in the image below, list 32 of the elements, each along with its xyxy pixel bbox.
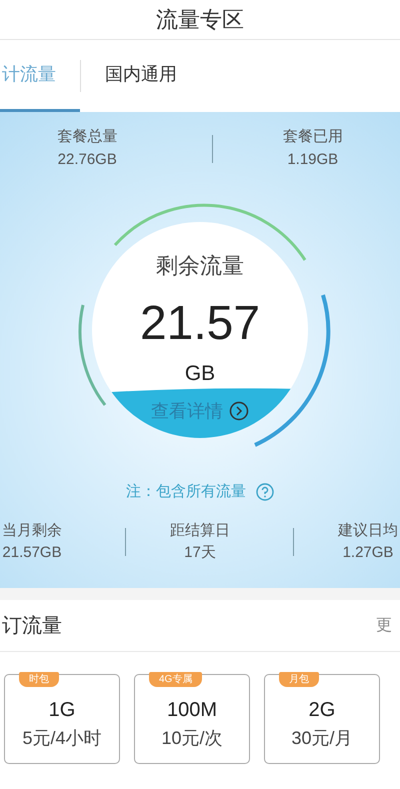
help-icon[interactable] bbox=[256, 483, 274, 502]
package-card[interactable]: 月包 2G 30元/月 bbox=[264, 674, 380, 764]
stat-value: 21.57GB bbox=[2, 543, 62, 563]
package-badge: 4G专属 bbox=[149, 672, 202, 687]
stat-label: 当月剩余 bbox=[2, 520, 62, 540]
package-size: 2G bbox=[308, 698, 336, 723]
tab[interactable]: 国内通用 bbox=[81, 40, 201, 112]
package-price: 30元/月 bbox=[291, 727, 353, 750]
remaining-amount: 21.57 bbox=[140, 300, 260, 348]
package-size: 100M bbox=[166, 698, 218, 723]
remaining-unit: GB bbox=[184, 361, 216, 387]
page-title: 流量专区 bbox=[156, 6, 244, 34]
section-title: 订流量 bbox=[2, 614, 62, 638]
gauge-label: 剩余流量 bbox=[156, 252, 244, 280]
stat-value: 1.27GB bbox=[342, 543, 394, 563]
package-badge: 时包 bbox=[19, 672, 59, 687]
chevron-right-icon bbox=[229, 401, 249, 421]
package-card[interactable]: 时包 1G 5元/4小时 bbox=[4, 674, 120, 764]
package-badge: 月包 bbox=[279, 672, 319, 687]
package-price: 5元/4小时 bbox=[22, 727, 102, 750]
summary-label: 套餐总量 bbox=[57, 127, 118, 147]
stat-label: 距结算日 bbox=[170, 520, 230, 540]
summary-value: 22.76GB bbox=[58, 150, 117, 170]
summary-value: 1.19GB bbox=[287, 150, 338, 170]
more-link[interactable]: 更 bbox=[376, 614, 398, 638]
stat-value: 17天 bbox=[184, 543, 216, 563]
summary-label: 套餐已用 bbox=[282, 127, 343, 147]
package-price: 10元/次 bbox=[161, 727, 223, 750]
stat-label: 建议日均 bbox=[338, 520, 398, 540]
note-text: 注：包含所有流量 bbox=[126, 482, 246, 502]
package-card[interactable]: 4G专属 100M 10元/次 bbox=[134, 674, 250, 764]
package-size: 1G bbox=[48, 698, 76, 723]
